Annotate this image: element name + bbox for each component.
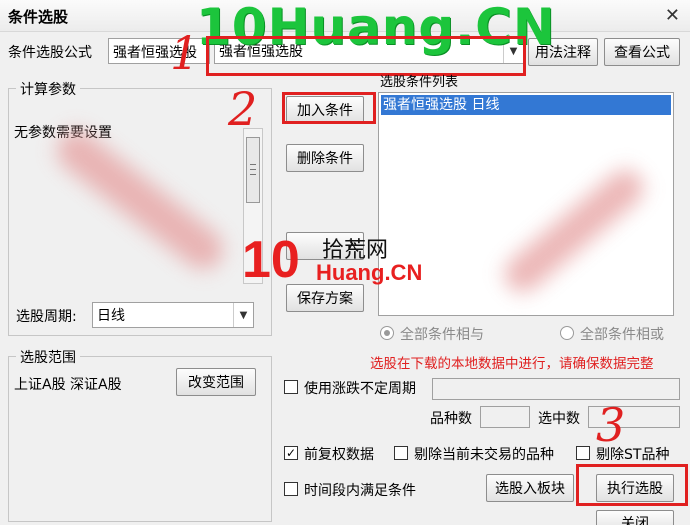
data-notice: 选股在下载的本地数据中进行，请确保数据完整	[370, 356, 654, 372]
annotation-number-1: 1	[170, 26, 200, 80]
window-title: 条件选股	[8, 8, 69, 26]
grip-line	[250, 169, 256, 170]
close-icon[interactable]: ✕	[665, 5, 680, 26]
variety-count-field	[480, 406, 530, 428]
all-or-radio[interactable]	[560, 326, 574, 340]
period-value: 日线	[97, 308, 125, 324]
annotation-box-3	[576, 464, 688, 506]
range-group-title: 选股范围	[16, 347, 80, 367]
site-logo: 10 拾荒网 Huang.CN	[242, 224, 442, 294]
grip-line	[250, 174, 256, 175]
to-block-button[interactable]: 选股入板块	[486, 474, 574, 502]
forward-adjust-label: 前复权数据	[304, 447, 374, 463]
period-combo[interactable]: 日线 ▼	[92, 302, 254, 328]
chevron-down-icon[interactable]: ▼	[233, 303, 253, 327]
scrollbar-thumb[interactable]	[246, 137, 260, 203]
annotation-number-2: 2	[228, 82, 258, 136]
exclude-st-checkbox[interactable]	[576, 446, 590, 460]
exclude-untraded-checkbox[interactable]	[394, 446, 408, 460]
check-icon: ✓	[285, 446, 297, 460]
formula-label: 条件选股公式	[8, 45, 92, 61]
logo-number: 10	[242, 231, 300, 289]
all-or-label: 全部条件相或	[580, 327, 664, 343]
params-group-title: 计算参数	[16, 79, 80, 99]
time-range-label: 时间段内满足条件	[304, 483, 416, 499]
period-label: 选股周期:	[16, 309, 77, 325]
annotation-box-1	[206, 36, 526, 76]
change-range-button[interactable]: 改变范围	[176, 368, 256, 396]
time-range-checkbox[interactable]	[284, 482, 298, 496]
variable-period-field[interactable]	[432, 378, 680, 400]
selected-count-label: 选中数	[538, 411, 580, 427]
grip-line	[250, 164, 256, 165]
close-button[interactable]: 关闭	[596, 510, 674, 525]
annotation-box-2	[282, 92, 376, 124]
all-and-radio[interactable]	[380, 326, 394, 340]
all-and-label: 全部条件相与	[400, 327, 484, 343]
list-item[interactable]: 强者恒强选股 日线	[381, 95, 671, 115]
variable-period-label: 使用涨跌不定周期	[304, 381, 416, 397]
annotation-number-3: 3	[596, 398, 626, 452]
logo-text-en: Huang.CN	[316, 260, 423, 285]
redaction-blur	[497, 162, 651, 300]
view-formula-button[interactable]: 查看公式	[604, 38, 680, 66]
condition-list-title: 选股条件列表	[380, 75, 459, 90]
variety-count-label: 品种数	[430, 411, 472, 427]
variable-period-checkbox[interactable]	[284, 380, 298, 394]
exclude-untraded-label: 剔除当前未交易的品种	[414, 447, 554, 463]
forward-adjust-checkbox[interactable]: ✓	[284, 446, 298, 460]
delete-condition-button[interactable]: 删除条件	[286, 144, 364, 172]
range-value: 上证A股 深证A股	[14, 377, 122, 393]
